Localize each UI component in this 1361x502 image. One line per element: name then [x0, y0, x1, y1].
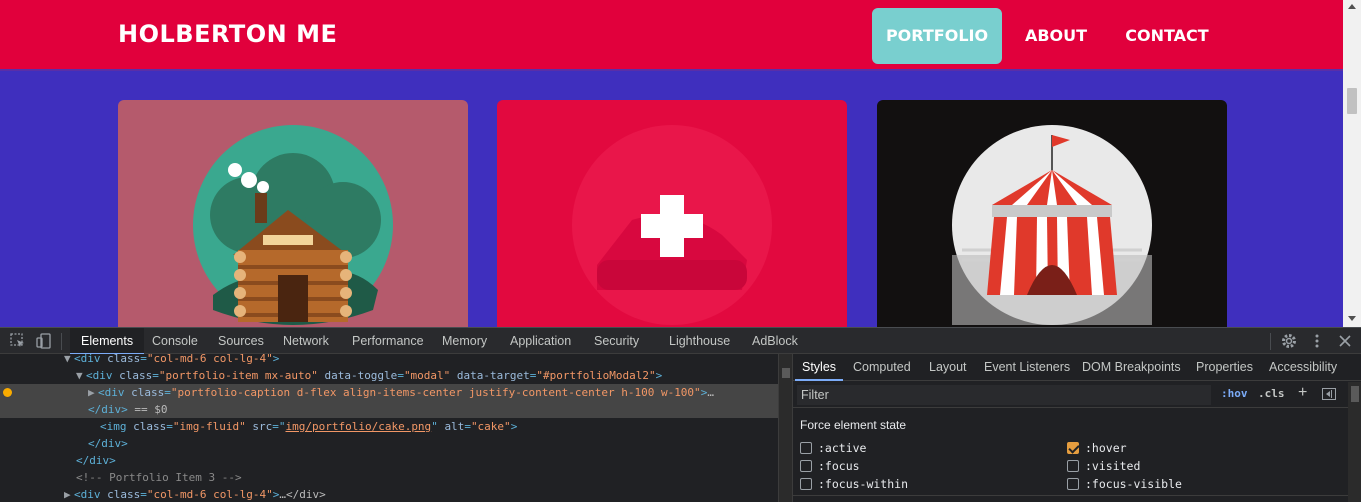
tab-console[interactable]: Console — [152, 328, 198, 355]
portfolio-item-cake[interactable] — [497, 100, 847, 327]
state-hover-checkbox[interactable]: :hover — [1067, 440, 1127, 456]
nav-contact-link[interactable]: CONTACT — [1112, 8, 1222, 64]
scroll-down-arrow-icon[interactable] — [1348, 316, 1356, 321]
state-focus-visible-checkbox[interactable]: :focus-visible — [1067, 476, 1182, 492]
page-scrollbar[interactable] — [1343, 0, 1361, 327]
dom-comment-line[interactable]: <!-- Portfolio Item 3 --> — [0, 469, 778, 486]
image-src-link[interactable]: img/portfolio/cake.png — [285, 420, 431, 433]
styles-pane: Styles Computed Layout Event Listeners D… — [792, 354, 1361, 502]
dom-node-line[interactable]: ▶ <div class="col-md-6 col-lg-4">…</div> — [0, 486, 778, 502]
checkbox[interactable] — [800, 442, 812, 454]
screen: HOLBERTON ME PORTFOLIO ABOUT CONTACT Ele… — [0, 0, 1361, 502]
elements-scrollbar[interactable] — [778, 354, 792, 502]
scrollbar-thumb[interactable] — [782, 368, 790, 378]
checkbox[interactable] — [1067, 460, 1079, 472]
tab-adblock[interactable]: AdBlock — [752, 328, 798, 355]
dom-node-line[interactable]: </div> — [0, 435, 778, 452]
collapse-triangle-icon[interactable]: ▼ — [64, 354, 74, 367]
scrollbar-thumb[interactable] — [1347, 88, 1357, 114]
hov-toggle[interactable]: :hov — [1221, 387, 1248, 400]
cls-toggle[interactable]: .cls — [1258, 387, 1285, 400]
tab-network[interactable]: Network — [283, 328, 329, 355]
toolbar-divider — [61, 333, 62, 350]
breakpoint-dot-icon[interactable] — [3, 388, 12, 397]
nav-portfolio-link[interactable]: PORTFOLIO — [872, 8, 1002, 64]
more-options-icon[interactable] — [1308, 332, 1326, 350]
toggle-sidebar-icon[interactable] — [1322, 388, 1336, 400]
expand-triangle-icon[interactable]: ▶ — [64, 486, 74, 502]
styles-rule-divider — [793, 495, 1348, 502]
state-focus-within-checkbox[interactable]: :focus-within — [800, 476, 908, 492]
checkbox[interactable] — [1067, 478, 1079, 490]
nav-about-link[interactable]: ABOUT — [1010, 8, 1102, 64]
devtools-panel: Elements Console Sources Network Perform… — [0, 327, 1361, 502]
tab-security[interactable]: Security — [594, 328, 639, 355]
styles-filter-input[interactable] — [797, 385, 1211, 405]
state-focus-checkbox[interactable]: :focus — [800, 458, 860, 474]
brand-logo[interactable]: HOLBERTON ME — [118, 20, 337, 48]
navbar: HOLBERTON ME PORTFOLIO ABOUT CONTACT — [0, 0, 1343, 71]
expand-triangle-icon[interactable]: ▶ — [88, 384, 98, 401]
collapse-triangle-icon[interactable]: ▼ — [76, 367, 86, 384]
tab-properties[interactable]: Properties — [1196, 354, 1253, 381]
tab-elements[interactable]: Elements — [70, 328, 145, 355]
tab-memory[interactable]: Memory — [442, 328, 487, 355]
checkbox-checked[interactable] — [1067, 442, 1079, 454]
device-toolbar-icon[interactable] — [35, 332, 53, 350]
tab-sources[interactable]: Sources — [218, 328, 264, 355]
checkbox[interactable] — [800, 460, 812, 472]
dom-node-line[interactable]: ▼ <div class="col-md-6 col-lg-4"> — [0, 354, 778, 367]
log-cabin-icon — [193, 125, 393, 325]
inspect-element-icon[interactable] — [9, 332, 27, 350]
tab-layout[interactable]: Layout — [929, 354, 967, 381]
tab-dom-breakpoints[interactable]: DOM Breakpoints — [1082, 354, 1181, 381]
state-active-checkbox[interactable]: :active — [800, 440, 866, 456]
website-viewport: HOLBERTON ME PORTFOLIO ABOUT CONTACT — [0, 0, 1361, 327]
dom-node-line[interactable]: ▼ <div class="portfolio-item mx-auto" dat… — [0, 367, 778, 384]
scrollbar-thumb[interactable] — [1351, 386, 1359, 402]
devtools-tabbar: Elements Console Sources Network Perform… — [0, 327, 1361, 355]
elements-tree[interactable]: ▼ <div class="col-md-6 col-lg-4"> ▼ <div c… — [0, 354, 778, 502]
tab-application[interactable]: Application — [510, 328, 571, 355]
tab-computed[interactable]: Computed — [853, 354, 911, 381]
tab-styles[interactable]: Styles — [795, 354, 844, 381]
close-icon[interactable] — [1336, 332, 1354, 350]
new-style-rule-button[interactable]: + — [1298, 384, 1307, 402]
gear-icon[interactable] — [1280, 332, 1298, 350]
tab-event-listeners[interactable]: Event Listeners — [984, 354, 1070, 381]
styles-tabbar: Styles Computed Layout Event Listeners D… — [793, 354, 1361, 381]
portfolio-item-cabin[interactable] — [118, 100, 468, 327]
tab-accessibility[interactable]: Accessibility — [1269, 354, 1337, 381]
dom-node-line-selected[interactable]: ▶ <div class="portfolio-caption d-flex al… — [0, 384, 778, 401]
tab-performance[interactable]: Performance — [352, 328, 424, 355]
circus-tent-icon — [952, 125, 1152, 325]
state-visited-checkbox[interactable]: :visited — [1067, 458, 1140, 474]
dom-node-line-selected[interactable]: </div> == $0 — [0, 401, 778, 418]
toolbar-divider — [1270, 333, 1271, 350]
styles-scrollbar[interactable] — [1348, 382, 1361, 502]
force-state-title: Force element state — [800, 418, 907, 432]
plus-overlay-icon — [572, 125, 772, 325]
filter-bar: :hov .cls + — [793, 382, 1361, 408]
scroll-up-arrow-icon[interactable] — [1348, 4, 1356, 9]
tab-lighthouse[interactable]: Lighthouse — [669, 328, 730, 355]
portfolio-item-circus[interactable] — [877, 100, 1227, 327]
dom-node-line[interactable]: </div> — [0, 452, 778, 469]
dom-node-line[interactable]: <img class="img-fluid" src="img/portfoli… — [0, 418, 778, 435]
checkbox[interactable] — [800, 478, 812, 490]
